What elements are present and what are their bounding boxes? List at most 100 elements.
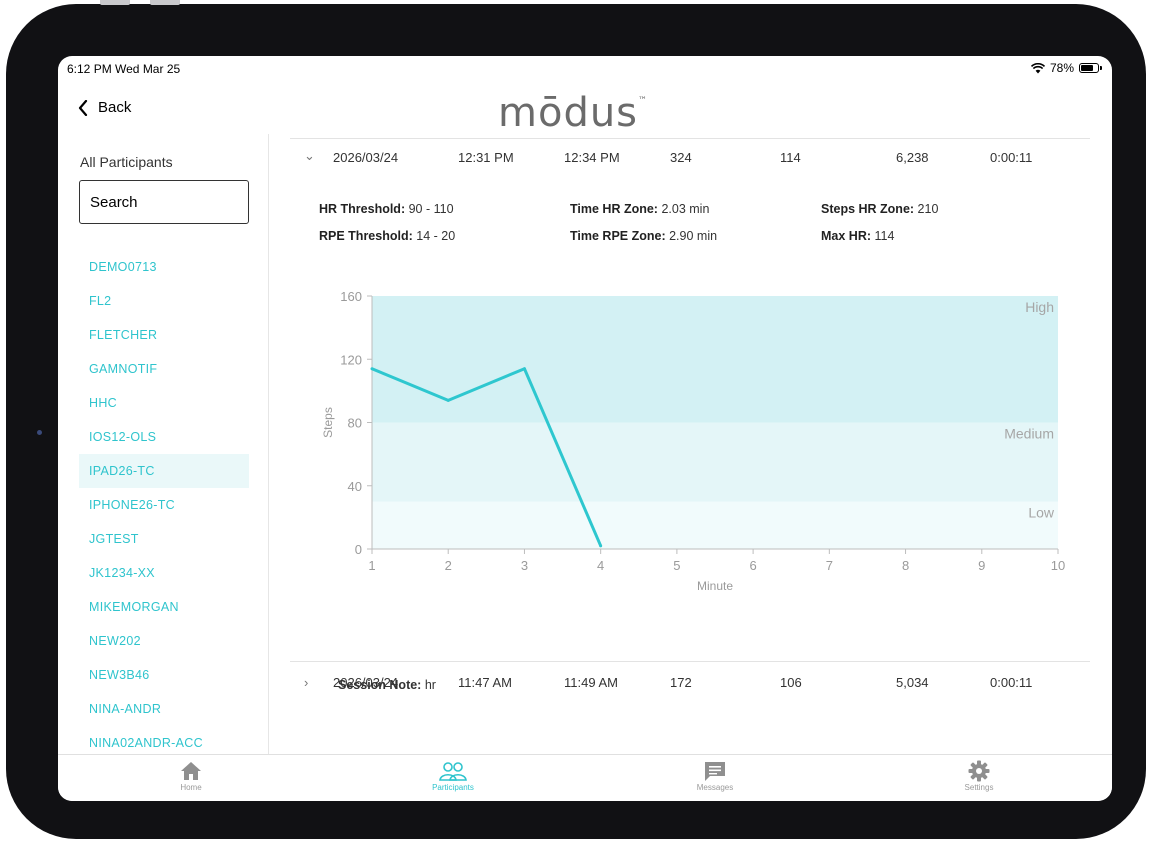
y-axis-label: Steps — [321, 407, 335, 438]
session-steps: 5,034 — [896, 675, 929, 690]
status-right: 78% — [1030, 61, 1102, 75]
device-button — [100, 0, 130, 5]
data-point — [446, 398, 450, 402]
back-button[interactable]: Back — [78, 99, 131, 116]
status-bar: 6:12 PM Wed Mar 25 78% — [58, 56, 1112, 82]
nav-bar: Back mōdus™ — [58, 82, 1112, 136]
session-panel: ⌄ 2026/03/24 12:31 PM 12:34 PM 324 114 6… — [290, 138, 1090, 753]
gear-icon — [968, 760, 990, 782]
search-input[interactable] — [79, 180, 249, 224]
sidebar-title: All Participants — [80, 154, 173, 170]
session-date: 2026/03/24 — [333, 675, 399, 690]
data-point — [370, 367, 374, 371]
zone-label: Low — [1028, 505, 1055, 521]
participant-item[interactable]: JK1234-XX — [79, 556, 249, 590]
modus-logo: mōdus™ — [498, 90, 648, 136]
zone-band-low — [372, 501, 1058, 549]
tab-label: Participants — [432, 783, 474, 792]
session-duration: 0:00:11 — [990, 675, 1033, 690]
logo-text: mōdus — [498, 90, 639, 136]
session-end: 11:49 AM — [564, 675, 618, 690]
screen: 6:12 PM Wed Mar 25 78% Back mōdus™ All P… — [58, 56, 1112, 801]
participant-list: DEMO0713 FL2 FLETCHER GAMNOTIF HHC IOS12-OLS I… — [79, 250, 249, 760]
participant-item[interactable]: IPHONE26-TC — [79, 488, 249, 522]
participant-item[interactable]: GAMNOTIF — [79, 352, 249, 386]
y-tick-label: 40 — [348, 479, 362, 494]
x-tick-label: 10 — [1051, 558, 1065, 573]
tab-messages[interactable]: Messages — [655, 759, 775, 792]
x-tick-label: 4 — [597, 558, 604, 573]
participant-item[interactable]: MIKEMORGAN — [79, 590, 249, 624]
x-tick-label: 1 — [368, 558, 375, 573]
participant-item[interactable]: IOS12-OLS — [79, 420, 249, 454]
device-button — [150, 0, 180, 5]
x-tick-label: 9 — [978, 558, 985, 573]
tab-home[interactable]: Home — [131, 759, 251, 792]
x-tick-label: 2 — [445, 558, 452, 573]
home-icon — [181, 762, 201, 780]
session-row[interactable]: ⌄ 2026/03/24 12:31 PM 12:34 PM 324 114 6… — [290, 138, 1090, 176]
steps-chart: Low Medium High 0 40 80 120 160 1 2 3 4 5 6 7 8 9 10 Minut… — [321, 289, 1065, 593]
participant-item[interactable]: FL2 — [79, 284, 249, 318]
steps-hr-zone: Steps HR Zone: 210 — [821, 202, 939, 216]
battery-tip — [1100, 66, 1102, 70]
session-value-1: 172 — [670, 675, 692, 690]
participant-item[interactable]: IPAD26-TC — [79, 454, 249, 488]
zone-band-medium — [372, 422, 1058, 502]
participants-sidebar: All Participants DEMO0713FL2FLETCHERGAMN… — [58, 134, 269, 754]
hr-threshold: HR Threshold: 90 - 110 — [319, 202, 454, 216]
tab-label: Home — [180, 783, 202, 792]
zone-label: High — [1025, 299, 1054, 315]
session-steps: 6,238 — [896, 150, 929, 165]
wifi-icon — [1030, 62, 1045, 73]
battery-icon — [1079, 63, 1099, 73]
chevron-right-icon: › — [304, 675, 309, 690]
tab-bar: Home Participants Messages Settings — [58, 754, 1112, 801]
battery-level — [1081, 65, 1093, 71]
y-tick-label: 80 — [348, 416, 362, 431]
time-hr-zone: Time HR Zone: 2.03 min — [570, 202, 710, 216]
x-tick-label: 6 — [749, 558, 756, 573]
y-tick-label: 160 — [340, 289, 362, 304]
y-tick-label: 0 — [355, 542, 362, 557]
zone-label: Medium — [1004, 426, 1054, 442]
x-tick-label: 8 — [902, 558, 909, 573]
chevron-left-icon — [78, 99, 88, 116]
participant-item[interactable]: JGTEST — [79, 522, 249, 556]
device-frame: 6:12 PM Wed Mar 25 78% Back mōdus™ All P… — [6, 4, 1146, 839]
time-rpe-zone: Time RPE Zone: 2.90 min — [570, 229, 718, 243]
tab-label: Messages — [696, 783, 734, 792]
session-start: 11:47 AM — [458, 675, 512, 690]
battery-percent: 78% — [1049, 61, 1074, 75]
x-axis-label: Minute — [697, 579, 733, 593]
tab-participants[interactable]: Participants — [393, 759, 513, 792]
status-time: 6:12 PM Wed Mar 25 — [67, 62, 181, 76]
rpe-threshold: RPE Threshold: 14 - 20 — [319, 229, 456, 243]
y-tick-label: 120 — [340, 352, 362, 367]
zone-band-high — [372, 296, 1058, 423]
participant-item[interactable]: HHC — [79, 386, 249, 420]
participant-item[interactable]: DEMO0713 — [79, 250, 249, 284]
data-point — [522, 367, 526, 371]
tab-label: Settings — [964, 783, 994, 792]
session-duration: 0:00:11 — [990, 150, 1033, 165]
tab-settings[interactable]: Settings — [919, 759, 1039, 792]
max-hr: Max HR: 114 — [821, 229, 895, 243]
participants-icon — [439, 762, 467, 781]
participant-item[interactable]: NINA-ANDR — [79, 692, 249, 726]
session-start: 12:31 PM — [458, 150, 514, 165]
participant-item[interactable]: NEW202 — [79, 624, 249, 658]
logo-tm: ™ — [638, 96, 649, 106]
participant-item[interactable]: NEW3B46 — [79, 658, 249, 692]
session-end: 12:34 PM — [564, 150, 620, 165]
back-label: Back — [98, 99, 132, 116]
session-value-2: 106 — [780, 675, 802, 690]
x-tick-label: 3 — [521, 558, 528, 573]
x-tick-label: 5 — [673, 558, 680, 573]
chevron-down-icon: ⌄ — [304, 148, 315, 163]
session-date: 2026/03/24 — [333, 150, 399, 165]
session-value-1: 324 — [670, 150, 692, 165]
x-tick-label: 7 — [826, 558, 833, 573]
session-row[interactable]: › 2026/03/24 11:47 AM 11:49 AM 172 106 5… — [290, 663, 1090, 701]
participant-item[interactable]: FLETCHER — [79, 318, 249, 352]
